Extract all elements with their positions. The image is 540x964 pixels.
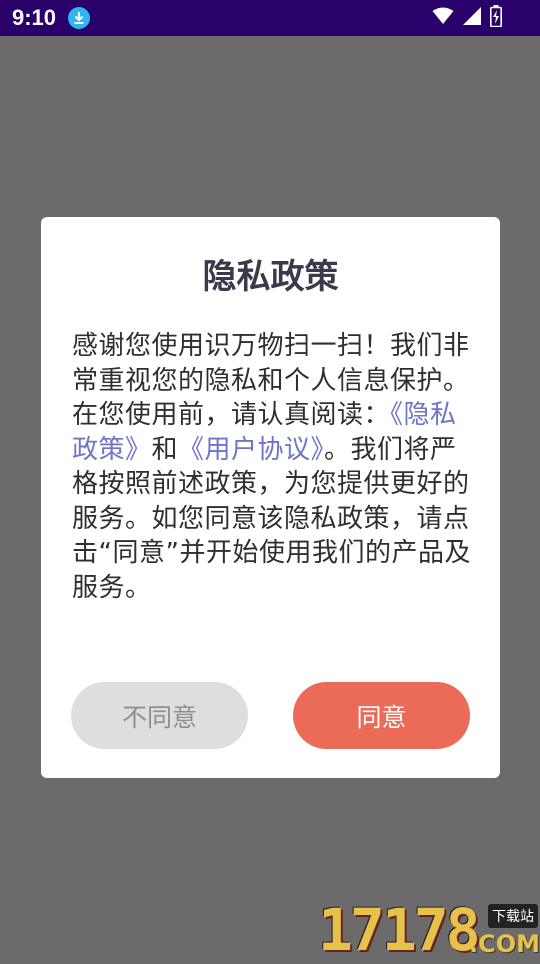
status-time: 9:10 bbox=[12, 5, 57, 30]
wifi-icon bbox=[432, 7, 454, 29]
user-agreement-link[interactable]: 《用户协议》 bbox=[178, 435, 324, 465]
privacy-dialog: 隐私政策 感谢您使用识万物扫一扫！我们非常重视您的隐私和个人信息保护。在您使用前… bbox=[41, 217, 500, 778]
and-text: 和 bbox=[151, 434, 179, 465]
disagree-button[interactable]: 不同意 bbox=[71, 682, 248, 749]
dialog-body: 感谢您使用识万物扫一扫！我们非常重视您的隐私和个人信息保护。在您使用前，请认真阅… bbox=[72, 329, 472, 605]
watermark-logo: 17178 下载站 .COM bbox=[318, 900, 540, 960]
watermark-digits: 17178 bbox=[318, 896, 481, 964]
battery-icon bbox=[490, 5, 502, 31]
dialog-title: 隐私政策 bbox=[202, 257, 339, 297]
watermark-domain: .COM bbox=[468, 930, 540, 958]
signal-icon bbox=[462, 6, 482, 30]
download-icon bbox=[68, 7, 90, 29]
status-bar: 9:10 bbox=[0, 0, 540, 36]
agree-button[interactable]: 同意 bbox=[293, 682, 470, 749]
watermark-tag: 下载站 bbox=[488, 904, 538, 928]
